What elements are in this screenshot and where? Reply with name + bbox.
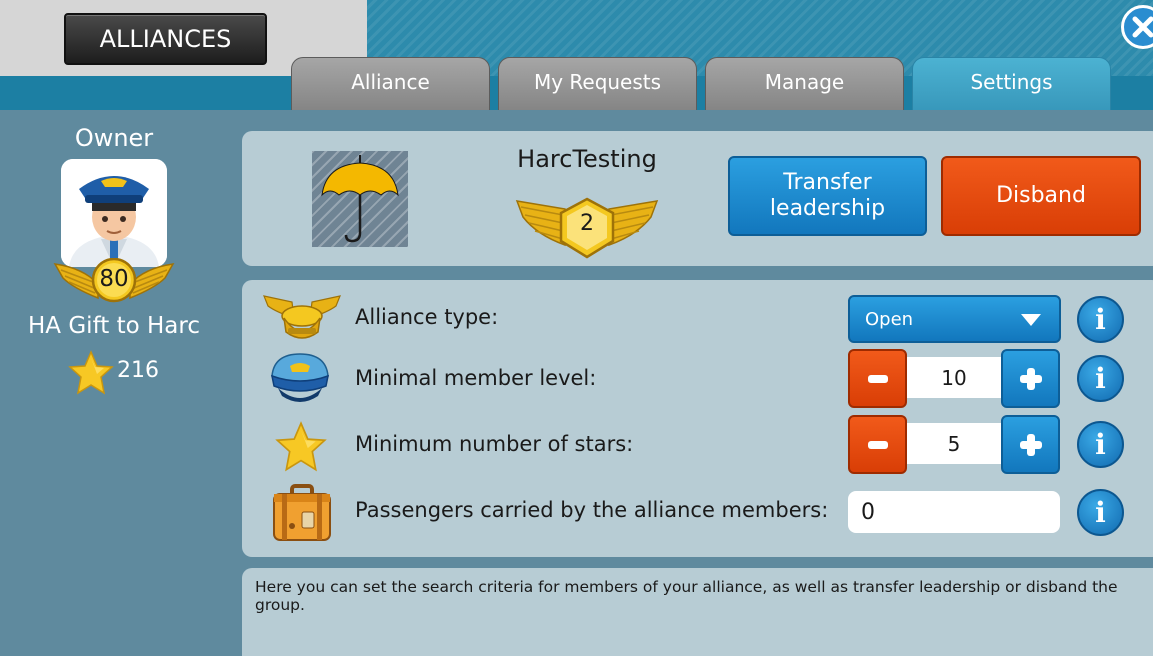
owner-name: HA Gift to Harc [28,313,200,339]
star-icon [68,350,114,395]
tab-alliance[interactable]: Alliance [291,57,490,110]
min-stars-decrease-button[interactable] [848,415,907,474]
tab-my-requests[interactable]: My Requests [498,57,697,110]
alliance-cap-icon [263,295,341,339]
alliance-level: 2 [580,211,594,236]
owner-level: 80 [99,266,129,292]
disband-button[interactable]: Disband [941,156,1141,236]
minus-icon [867,374,888,383]
min-stars-value[interactable]: 5 [907,423,1001,464]
alliance-emblem [312,151,408,247]
plus-icon [1019,433,1042,456]
passengers-value: 0 [848,491,1060,533]
tab-manage[interactable]: Manage [705,57,904,110]
min-level-info-button[interactable]: i [1077,355,1124,402]
chevron-down-icon [1021,314,1041,326]
min-level-increase-button[interactable] [1001,349,1060,408]
page-title: ALLIANCES [64,13,267,65]
star-icon [275,421,327,472]
passengers-label: Passengers carried by the alliance membe… [355,498,829,522]
tab-settings[interactable]: Settings [912,57,1111,110]
owner-title: Owner [74,124,154,152]
close-icon [1132,16,1153,38]
suitcase-icon [273,484,331,541]
pilot-cap-icon [271,353,329,402]
alliance-type-label: Alliance type: [355,305,499,329]
umbrella-icon [321,155,399,243]
plus-icon [1019,367,1042,390]
pilot-avatar-icon [61,159,167,267]
min-stars-info-button[interactable]: i [1077,421,1124,468]
minus-icon [867,440,888,449]
min-level-value[interactable]: 10 [907,357,1001,398]
min-stars-increase-button[interactable] [1001,415,1060,474]
alliance-type-value: Open [865,308,914,330]
min-level-label: Minimal member level: [355,366,597,390]
owner-star-count: 216 [117,358,159,383]
alliance-name: HarcTesting [517,145,657,173]
transfer-leadership-button[interactable]: Transfer leadership [728,156,927,236]
avatar [61,159,167,267]
min-stars-label: Minimum number of stars: [355,432,634,456]
passengers-info-button[interactable]: i [1077,489,1124,536]
min-level-decrease-button[interactable] [848,349,907,408]
help-text: Here you can set the search criteria for… [255,578,1118,614]
alliance-type-dropdown[interactable]: Open [848,295,1061,343]
alliance-type-info-button[interactable]: i [1077,296,1124,343]
